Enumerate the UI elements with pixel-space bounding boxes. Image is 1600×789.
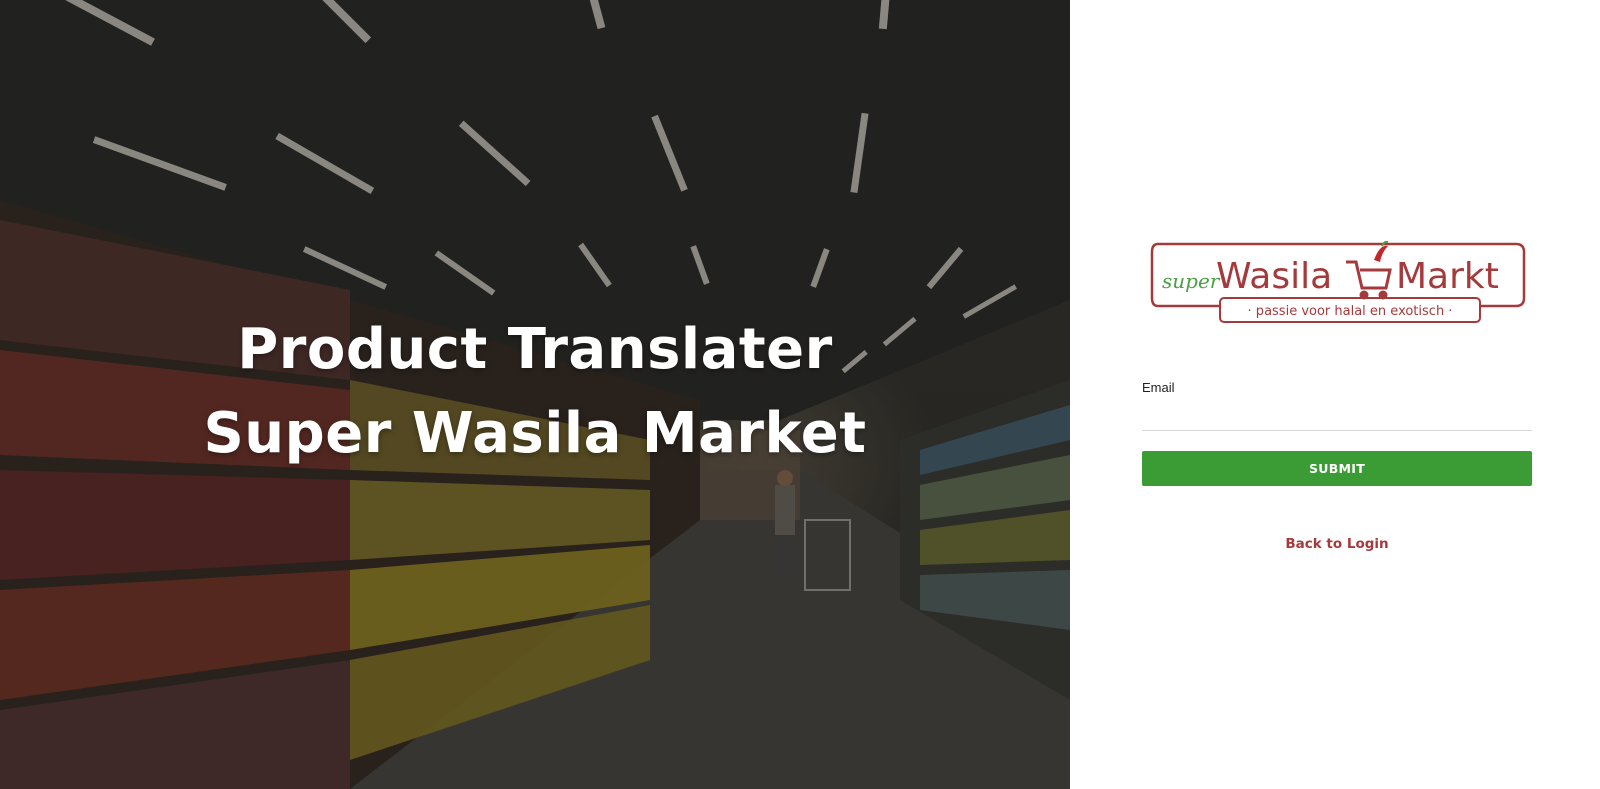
- hero-panel: Product Translater Super Wasila Market: [0, 0, 1070, 789]
- email-input[interactable]: [1142, 401, 1532, 431]
- page: Product Translater Super Wasila Market s…: [0, 0, 1600, 789]
- logo-tagline: · passie voor halal en exotisch ·: [1248, 304, 1453, 319]
- shopping-cart-icon: [1346, 260, 1392, 300]
- email-label: Email: [1142, 380, 1175, 395]
- logo-markt-text: Markt: [1396, 256, 1499, 297]
- hero-title-line1: Product Translater: [237, 317, 833, 382]
- submit-button[interactable]: SUBMIT: [1142, 451, 1532, 486]
- hero-title-line2: Super Wasila Market: [203, 401, 867, 466]
- brand-logo: super Wasila Markt · passie voor halal e…: [1150, 240, 1526, 323]
- form-panel: super Wasila Markt · passie voor halal e…: [1070, 0, 1600, 789]
- email-field-group: Email: [1142, 380, 1532, 431]
- logo-super-text: super: [1162, 269, 1221, 293]
- hero-title: Product Translater Super Wasila Market: [0, 308, 1070, 476]
- back-to-login-link[interactable]: Back to Login: [1142, 536, 1532, 552]
- logo-wasila-text: Wasila: [1216, 256, 1332, 297]
